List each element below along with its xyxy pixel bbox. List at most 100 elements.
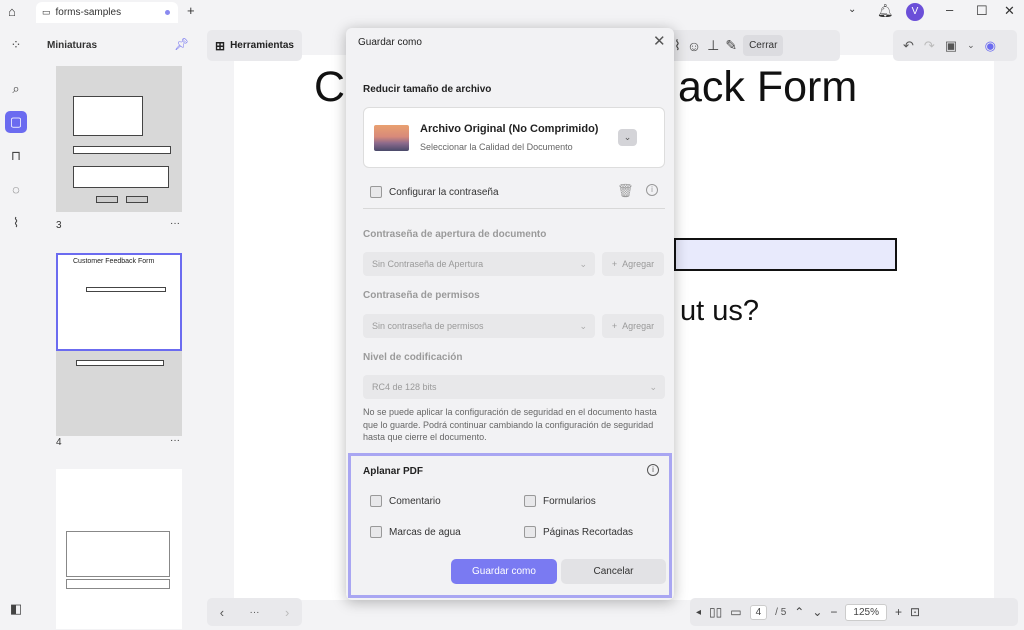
close-icon[interactable]: ✕ (653, 32, 666, 50)
bottom-navigation: ‹ ··· › (207, 598, 302, 626)
unsaved-dot (165, 10, 170, 15)
bookmark-icon[interactable]: ⊓ (5, 145, 27, 167)
close-toolbar-button[interactable]: Cerrar (743, 35, 784, 56)
zoom-in-icon[interactable]: + (895, 605, 902, 619)
page-controls: ◂ ▯▯ ▭ 4 / 5 ⌃ ⌄ − 125% + ⊡ (690, 598, 1018, 626)
collapse-icon[interactable]: ◂ (696, 607, 701, 618)
permissions-heading: Contraseña de permisos (363, 290, 480, 301)
signature-icon[interactable]: ✎ (725, 37, 737, 54)
tab-title: forms-samples (55, 7, 122, 18)
comment-label: Comentario (389, 496, 441, 507)
mini-field (73, 146, 171, 154)
name-input[interactable] (674, 238, 897, 271)
cancel-button[interactable]: Cancelar (561, 559, 666, 584)
info-icon[interactable]: i (647, 464, 659, 476)
next-icon[interactable]: › (285, 605, 289, 620)
tools-button[interactable]: ⊞ Herramientas (207, 30, 302, 61)
plus-icon: + (611, 259, 618, 269)
minimize-icon[interactable]: – (946, 2, 953, 17)
prev-icon[interactable]: ‹ (220, 605, 224, 620)
pages-icon[interactable]: ▢ (5, 111, 27, 133)
quality-selector[interactable]: Archivo Original (No Comprimido) Selecci… (363, 107, 665, 168)
page-up-icon[interactable]: ⌃ (794, 605, 804, 619)
home-icon[interactable]: ⌂ (8, 4, 16, 19)
cropped-pages-label: Páginas Recortadas (543, 527, 634, 538)
comments-icon[interactable]: ◌ (5, 178, 27, 200)
encryption-value: RC4 de 128 bits (372, 382, 437, 392)
more-icon[interactable]: ··· (250, 607, 260, 618)
mini-box (73, 96, 143, 136)
stamp-icon[interactable]: ⊥ (707, 37, 719, 54)
open-password-value: Sin Contraseña de Apertura (372, 259, 484, 269)
mini-button (96, 196, 118, 203)
panel-title: Miniaturas (47, 40, 98, 51)
search-icon[interactable]: ⌕ (5, 78, 27, 100)
thumbnail-page-4[interactable]: Customer Feedback Form (56, 253, 182, 368)
add-open-password-button[interactable]: + Agregar (602, 252, 664, 276)
document-tab[interactable]: ▭ forms-samples (36, 2, 178, 23)
left-rail: ⁘ ⌕ ▢ ⊓ ◌ ⌇ ◧ (0, 25, 32, 630)
chevron-down-icon[interactable]: ⌄ (848, 4, 856, 15)
watermark-checkbox[interactable] (370, 526, 382, 538)
mini-table (66, 531, 170, 577)
pin-icon[interactable]: 📌︎ (174, 37, 189, 51)
comment-checkbox[interactable] (370, 495, 382, 507)
permissions-value: Sin contraseña de permisos (372, 321, 484, 331)
set-password-checkbox[interactable] (370, 186, 382, 198)
bell-icon[interactable]: 🔔︎ (877, 3, 894, 19)
avatar[interactable]: V (906, 3, 924, 21)
chevron-down-icon[interactable]: ⌄ (967, 40, 975, 51)
add-permissions-button[interactable]: + Agregar (602, 314, 664, 338)
undo-icon[interactable]: ↶ (903, 38, 914, 54)
page-number: 3 (56, 220, 62, 231)
new-tab-icon[interactable]: + (187, 3, 195, 18)
set-password-label: Configurar la contraseña (389, 187, 499, 198)
thumbnails-panel: Miniaturas 📌︎ 3 ··· Customer Feedback Fo… (34, 28, 197, 630)
mini-field (76, 360, 164, 366)
mini-button (126, 196, 148, 203)
chevron-down-icon: ⌄ (579, 258, 587, 269)
zoom-level[interactable]: 125% (845, 603, 887, 621)
thumbnail-page-3[interactable] (56, 66, 182, 212)
info-icon[interactable]: i (646, 184, 658, 196)
chevron-down-icon[interactable]: ⌄ (618, 129, 637, 146)
fit-page-icon[interactable]: ⊡ (910, 605, 920, 619)
save-as-button[interactable]: Guardar como (451, 559, 557, 584)
page-down-icon[interactable]: ⌄ (812, 605, 822, 619)
page-input[interactable]: 4 (749, 604, 768, 620)
flatten-section: Aplanar PDF i Comentario Formularios Mar… (348, 453, 672, 598)
open-password-select[interactable]: Sin Contraseña de Apertura ⌄ (363, 252, 595, 276)
thumbnail-page-5[interactable] (56, 469, 182, 629)
redo-icon[interactable]: ↷ (924, 38, 935, 54)
quality-subtitle: Seleccionar la Calidad del Documento (420, 142, 573, 152)
permissions-select[interactable]: Sin contraseña de permisos ⌄ (363, 314, 595, 338)
divider (363, 208, 665, 209)
layers-icon[interactable]: ◧ (5, 598, 27, 620)
quality-title: Archivo Original (No Comprimido) (420, 123, 599, 135)
toolbox-icon: ⊞ (215, 38, 226, 53)
more-icon[interactable]: ··· (170, 435, 180, 446)
open-password-heading: Contraseña de apertura de documento (363, 229, 547, 240)
attach-icon[interactable]: ⌇ (674, 37, 681, 54)
mini-field (86, 287, 166, 292)
attachment-icon[interactable]: ⌇ (5, 212, 27, 234)
zoom-out-icon[interactable]: − (830, 605, 837, 619)
trash-icon[interactable]: 🗑︎ (617, 183, 634, 199)
reading-mode-icon[interactable]: ▯▯ (709, 605, 722, 619)
plus-icon: + (611, 321, 618, 331)
dialog-title: Guardar como (358, 37, 422, 48)
close-window-icon[interactable]: ✕ (1004, 3, 1015, 19)
cropped-pages-checkbox[interactable] (524, 526, 536, 538)
forms-checkbox[interactable] (524, 495, 536, 507)
maximize-icon[interactable]: ☐ (976, 3, 988, 19)
sticker-icon[interactable]: ☺ (687, 38, 701, 54)
apps-icon[interactable]: ⁘ (5, 34, 27, 56)
chevron-down-icon: ⌄ (649, 381, 657, 392)
presentation-icon[interactable]: ▭ (730, 605, 741, 619)
add-label: Agregar (622, 259, 655, 269)
more-icon[interactable]: ··· (170, 218, 180, 229)
save-as-dialog: Guardar como ✕ Reducir tamaño de archivo… (346, 28, 674, 600)
encryption-select[interactable]: RC4 de 128 bits ⌄ (363, 375, 665, 399)
ai-assistant-icon[interactable]: ◉ (985, 38, 996, 54)
save-icon[interactable]: ▣ (945, 38, 957, 54)
